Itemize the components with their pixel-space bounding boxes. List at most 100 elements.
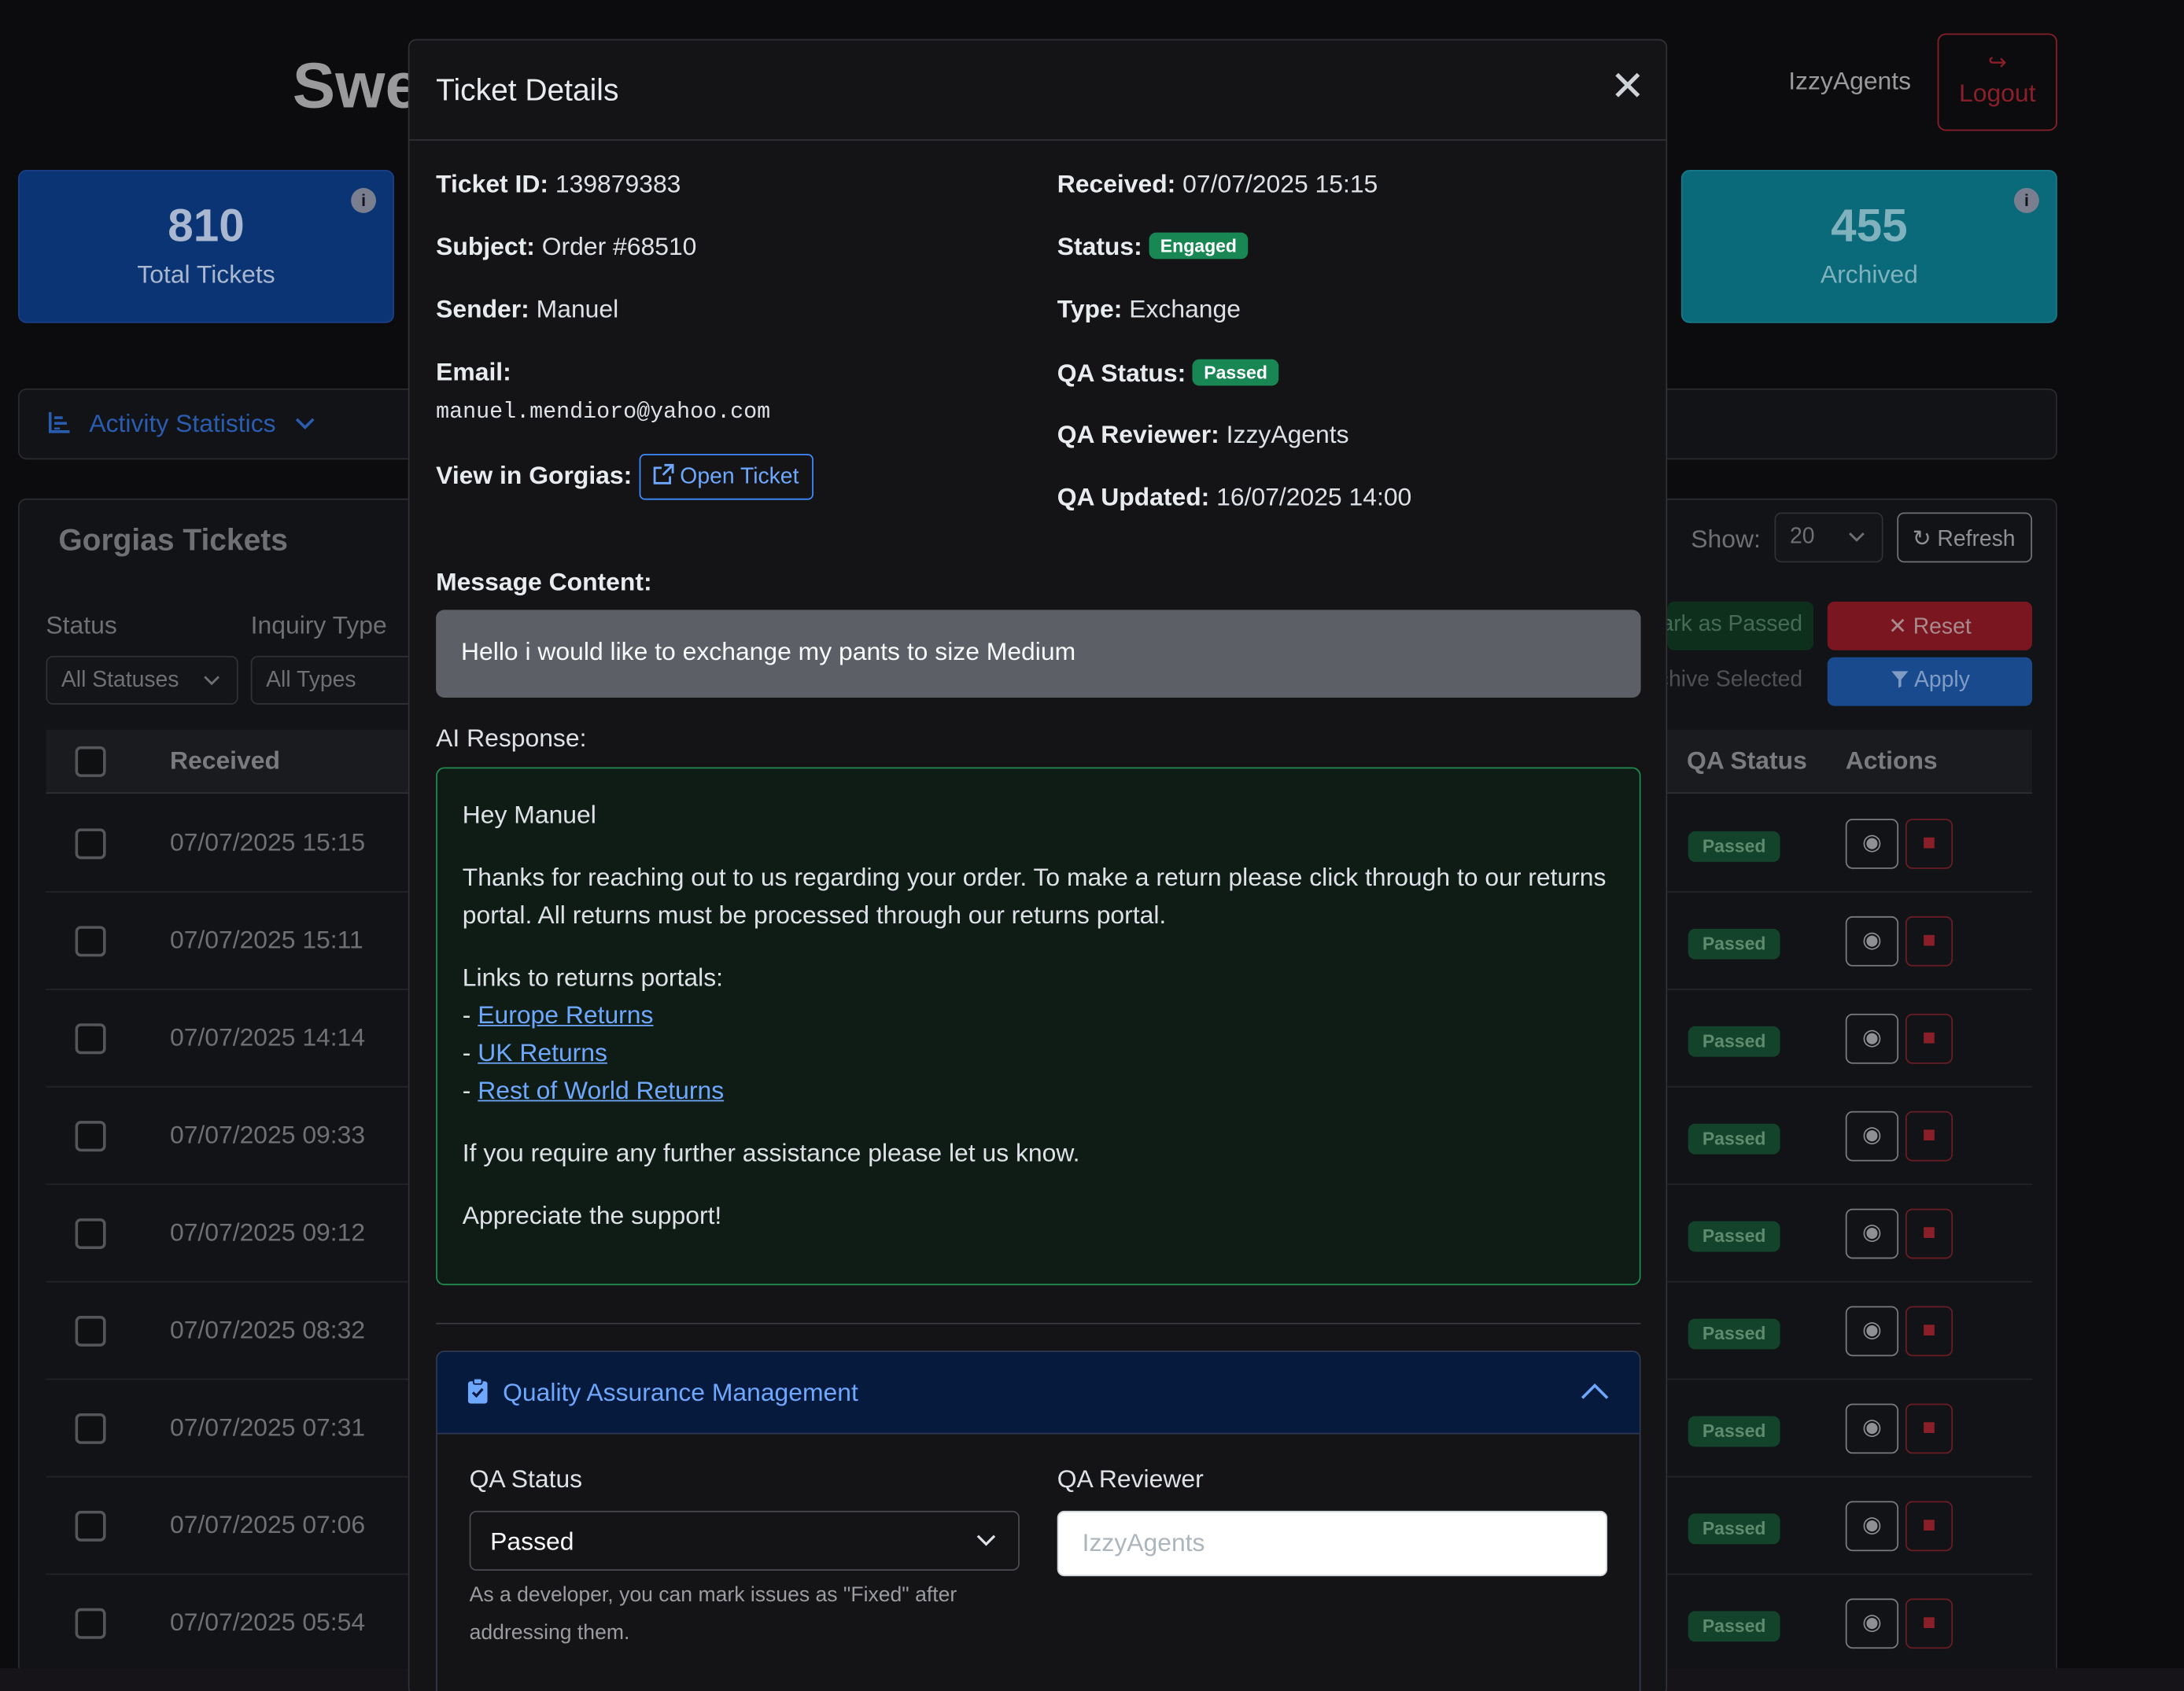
divider [436, 1322, 1641, 1324]
reset-button[interactable]: ✕ Reset [1827, 601, 2033, 650]
row-checkbox[interactable] [75, 1316, 106, 1347]
qa-updated-field: QA Updated: 16/07/2025 14:00 [1057, 483, 1412, 512]
info-icon[interactable]: i [351, 188, 377, 213]
show-label: Show: [1691, 525, 1761, 553]
status-filter-select[interactable]: All Statuses [46, 655, 238, 705]
list-dash: - [462, 1076, 478, 1104]
ai-greeting: Hey Manuel [462, 800, 596, 829]
rest-of-world-returns-link[interactable]: Rest of World Returns [478, 1077, 724, 1104]
trash-icon[interactable]: ■ [1905, 1208, 1953, 1259]
eye-icon[interactable]: ◉ [1845, 915, 1899, 967]
stat-card-archived: 455 Archived i [1680, 169, 2057, 323]
qa-help-text: As a developer, you can mark issues as "… [469, 1582, 957, 1645]
qa-management-accordion: Quality Assurance Management QA Status Q… [436, 1350, 1641, 1691]
email-label-field: Email: [436, 358, 511, 387]
stat-card-total-tickets: 810 Total Tickets i [18, 169, 395, 323]
qa-reviewer-input-label: QA Reviewer [1057, 1464, 1204, 1493]
ticket-id-field: Ticket ID: 139879383 [436, 170, 681, 199]
qa-status-select[interactable]: Passed [469, 1510, 1020, 1571]
open-ticket-button[interactable]: Open Ticket [639, 454, 813, 500]
trash-icon[interactable]: ■ [1905, 818, 1953, 869]
mark-as-passed-button[interactable]: Mark as Passed [1667, 601, 1814, 650]
status-filter-label: Status [46, 611, 117, 639]
eye-icon[interactable]: ◉ [1845, 1111, 1899, 1162]
qa-management-header[interactable]: Quality Assurance Management [437, 1352, 1640, 1435]
stat-value: 810 [168, 199, 245, 251]
qa-status-badge: Passed [1193, 359, 1279, 386]
row-checkbox[interactable] [75, 1121, 106, 1152]
ai-paragraph-1: Thanks for reaching out to us regarding … [462, 863, 1607, 929]
qa-reviewer-input[interactable]: IzzyAgents [1057, 1510, 1608, 1577]
sender-field: Sender: Manuel [436, 295, 618, 324]
apply-label: Apply [1914, 668, 1970, 692]
column-qa-status: QA Status [1686, 746, 1807, 775]
ticket-details-modal: Ticket Details ✕ Ticket ID: 139879383 Su… [408, 39, 1668, 1691]
trash-icon[interactable]: ■ [1905, 1501, 1953, 1552]
status-filter-value: All Statuses [61, 668, 179, 692]
qa-status-field: QA Status: Passed [1057, 359, 1279, 389]
archive-selected-button[interactable]: Archive Selected [1667, 658, 1813, 706]
page-size-select[interactable]: 20 [1774, 512, 1883, 563]
type-value: Exchange [1129, 295, 1241, 323]
refresh-label: Refresh [1937, 527, 2016, 552]
row-checkbox[interactable] [75, 1218, 106, 1250]
europe-returns-link[interactable]: Europe Returns [478, 1001, 653, 1029]
eye-icon[interactable]: ◉ [1845, 818, 1899, 869]
row-checkbox[interactable] [75, 1510, 106, 1542]
tickets-title: Gorgias Tickets [58, 521, 288, 558]
row-qa-status-badge: Passed [1688, 831, 1780, 862]
message-content-heading: Message Content: [436, 568, 651, 597]
trash-icon[interactable]: ■ [1905, 1403, 1953, 1454]
trash-icon[interactable]: ■ [1905, 1306, 1953, 1357]
row-checkbox[interactable] [75, 1608, 106, 1639]
trash-icon[interactable]: ■ [1905, 1111, 1953, 1162]
qa-updated-value: 16/07/2025 14:00 [1216, 483, 1412, 511]
subject-value: Order #68510 [541, 232, 697, 261]
trash-icon[interactable]: ■ [1905, 1013, 1953, 1064]
row-checkbox[interactable] [75, 1413, 106, 1444]
logout-icon: ↪ [1987, 51, 2007, 76]
row-qa-status-badge: Passed [1688, 1318, 1780, 1350]
gorgias-field: View in Gorgias: Open Ticket [436, 454, 813, 500]
row-checkbox[interactable] [75, 828, 106, 860]
eye-icon[interactable]: ◉ [1845, 1598, 1899, 1649]
row-qa-status-badge: Passed [1688, 928, 1780, 960]
subject-label: Subject: [436, 232, 535, 261]
received-field: Received: 07/07/2025 15:15 [1057, 170, 1378, 199]
eye-icon[interactable]: ◉ [1845, 1208, 1899, 1259]
chevron-down-icon [294, 416, 316, 430]
received-label: Received: [1057, 169, 1176, 198]
apply-button[interactable]: Apply [1827, 657, 2033, 706]
activity-statistics-label: Activity Statistics [89, 409, 276, 437]
eye-icon[interactable]: ◉ [1845, 1403, 1899, 1454]
uk-returns-link[interactable]: UK Returns [478, 1039, 607, 1067]
ai-paragraph-2: If you require any further assistance pl… [462, 1139, 1080, 1167]
qa-status-select-value: Passed [490, 1527, 574, 1556]
activity-statistics-toggle[interactable]: Activity Statistics [47, 409, 316, 438]
gorgias-label: View in Gorgias: [436, 461, 633, 489]
status-label: Status: [1057, 232, 1142, 261]
chevron-down-icon [976, 1534, 996, 1547]
refresh-button[interactable]: ↻ Refresh [1897, 512, 2033, 563]
trash-icon[interactable]: ■ [1905, 915, 1953, 967]
modal-title: Ticket Details [436, 72, 619, 108]
select-all-checkbox[interactable] [75, 746, 106, 777]
column-actions: Actions [1845, 746, 1938, 775]
trash-icon[interactable]: ■ [1905, 1598, 1953, 1649]
reset-label: Reset [1913, 615, 1972, 639]
message-content-box: Hello i would like to exchange my pants … [436, 610, 1641, 698]
type-filter-label: Inquiry Type [250, 611, 387, 639]
eye-icon[interactable]: ◉ [1845, 1501, 1899, 1552]
close-icon[interactable]: ✕ [1610, 66, 1646, 109]
type-filter-select[interactable]: All Types [250, 655, 432, 705]
logout-button[interactable]: ↪ Logout [1937, 33, 2057, 131]
eye-icon[interactable]: ◉ [1845, 1013, 1899, 1064]
row-checkbox[interactable] [75, 1023, 106, 1055]
chevron-up-icon[interactable] [1580, 1377, 1610, 1408]
qa-updated-label: QA Updated: [1057, 483, 1210, 511]
status-field: Status: Engaged [1057, 232, 1249, 262]
info-icon[interactable]: i [2013, 188, 2039, 213]
column-received[interactable]: Received [170, 746, 280, 776]
eye-icon[interactable]: ◉ [1845, 1306, 1899, 1357]
row-checkbox[interactable] [75, 926, 106, 957]
